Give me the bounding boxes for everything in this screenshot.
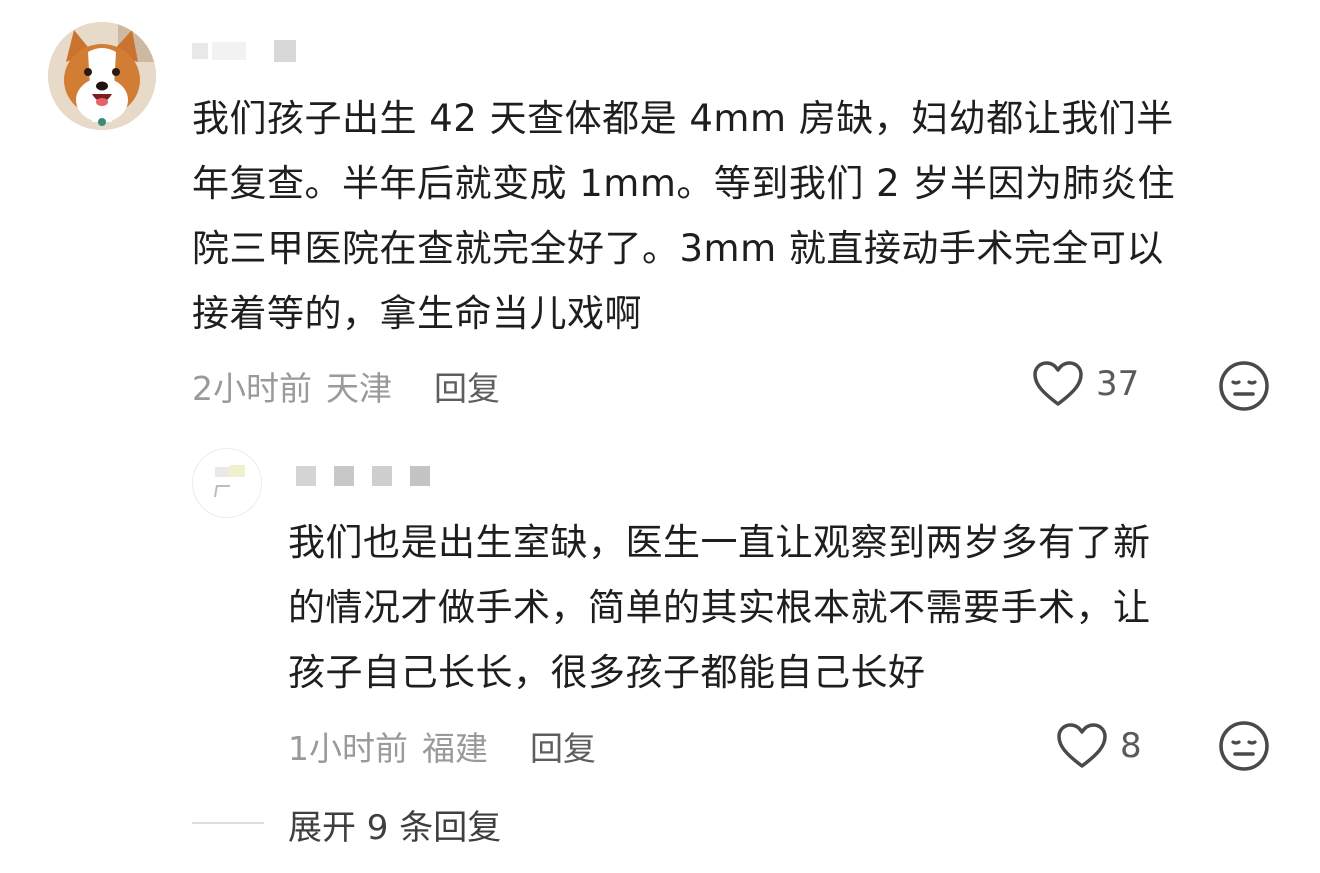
reply-meta: 1小时前 福建 回复 [288, 722, 596, 770]
expand-replies-button[interactable]: 展开 9 条回复 [288, 800, 501, 849]
meh-face-icon [1219, 361, 1269, 411]
reply-time: 1小时前 [288, 729, 408, 768]
reply-dislike-button[interactable] [1218, 720, 1270, 772]
username-blurred[interactable] [192, 40, 296, 62]
username-block [212, 42, 246, 60]
reply-location: 福建 [422, 729, 488, 768]
comment-thread: 我们孩子出生 42 天查体都是 4mm 房缺，妇幼都让我们半 年复查。半年后就变… [0, 0, 1320, 873]
user-avatar[interactable] [48, 22, 156, 130]
comment-time: 2小时前 [192, 369, 312, 408]
username-block [274, 40, 296, 62]
blurred-avatar-icon [215, 467, 229, 477]
comment-meta: 2小时前 天津 回复 [192, 362, 500, 410]
username-block [372, 466, 392, 486]
blurred-avatar-icon [229, 465, 245, 477]
reply-button[interactable]: 回复 [530, 722, 596, 770]
dislike-button[interactable] [1218, 360, 1270, 412]
username-block [192, 43, 208, 59]
reply-user-avatar[interactable] [192, 448, 262, 518]
username-block [410, 466, 430, 486]
username-block [334, 466, 354, 486]
reply-text: 我们也是出生室缺，医生一直让观察到两岁多有了新 的情况才做手术，简单的其实根本就… [288, 521, 1151, 694]
corgi-avatar-icon [48, 22, 156, 130]
reply-button[interactable]: 回复 [434, 362, 500, 410]
heart-outline-icon [1057, 723, 1107, 768]
reply-username-blurred[interactable] [296, 466, 430, 486]
heart-outline-icon [1033, 361, 1083, 406]
like-button[interactable]: 37 [1032, 360, 1139, 408]
comment-text: 我们孩子出生 42 天查体都是 4mm 房缺，妇幼都让我们半 年复查。半年后就变… [192, 97, 1175, 335]
username-block [296, 466, 316, 486]
reply-like-button[interactable]: 8 [1056, 722, 1142, 770]
meh-face-icon [1219, 721, 1269, 771]
reply-like-count: 8 [1120, 726, 1142, 766]
like-count: 37 [1096, 364, 1140, 404]
blurred-avatar-icon [213, 485, 231, 497]
expand-divider [192, 822, 264, 824]
comment-location: 天津 [326, 369, 392, 408]
